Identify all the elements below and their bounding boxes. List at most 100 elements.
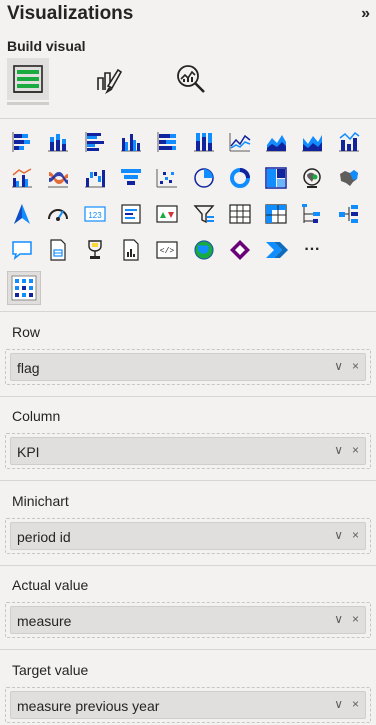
- gauge-icon: [48, 209, 69, 221]
- more-visuals-visual[interactable]: ···: [297, 235, 327, 265]
- clustered-bar-visual[interactable]: [80, 127, 110, 157]
- svg-text:123: 123: [88, 211, 102, 220]
- kpi-visual[interactable]: [152, 199, 182, 229]
- slicer-visual[interactable]: [189, 199, 219, 229]
- ribbon-chart-visual[interactable]: [43, 163, 73, 193]
- qna-visual[interactable]: [7, 235, 37, 265]
- chevron-down-icon[interactable]: ∨: [334, 528, 343, 542]
- power-apps-visual[interactable]: [225, 235, 255, 265]
- table-visual[interactable]: [225, 199, 255, 229]
- divider: [0, 396, 376, 397]
- stacked-area-icon: [302, 135, 323, 152]
- chevron-down-icon[interactable]: ∨: [334, 443, 343, 457]
- key-influencers-icon: [338, 205, 358, 223]
- 100-stacked-bar-visual[interactable]: [152, 127, 182, 157]
- divider-top: [0, 118, 376, 119]
- 100-stacked-column-icon: [193, 133, 214, 152]
- stacked-column-icon: [48, 134, 69, 152]
- divider-wells: [0, 311, 376, 312]
- remove-field-icon[interactable]: ×: [352, 359, 359, 373]
- remove-field-icon[interactable]: ×: [352, 612, 359, 626]
- well-label-target-value: Target value: [12, 662, 89, 678]
- chevron-down-icon[interactable]: ∨: [334, 359, 343, 373]
- r-visual-visual[interactable]: [116, 235, 146, 265]
- matrix-visual[interactable]: [261, 199, 291, 229]
- power-automate-visual[interactable]: [261, 235, 291, 265]
- line-column-visual[interactable]: [334, 127, 364, 157]
- well-label-actual-value: Actual value: [12, 577, 89, 593]
- treemap-visual[interactable]: [261, 163, 291, 193]
- well-target-value[interactable]: measure previous year ∨ ×: [5, 687, 371, 723]
- clustered-column-icon: [120, 134, 141, 152]
- azure-map-icon: [14, 204, 30, 224]
- decomposition-tree-visual[interactable]: [297, 199, 327, 229]
- stacked-area-visual[interactable]: [297, 127, 327, 157]
- 100-stacked-column-visual[interactable]: [189, 127, 219, 157]
- well-row[interactable]: flag ∨ ×: [5, 349, 371, 385]
- donut-chart-visual[interactable]: [225, 163, 255, 193]
- area-chart-visual[interactable]: [261, 127, 291, 157]
- line-clustered-column-visual[interactable]: [7, 163, 37, 193]
- field-name: flag: [17, 360, 40, 376]
- divider: [0, 565, 376, 566]
- paginated-report-visual[interactable]: [43, 235, 73, 265]
- pie-chart-visual[interactable]: [189, 163, 219, 193]
- line-chart-visual[interactable]: [225, 127, 255, 157]
- smart-narrative-icon: [87, 240, 102, 259]
- kpi-icon: [156, 205, 178, 223]
- filled-map-icon: [339, 170, 358, 186]
- clustered-column-visual[interactable]: [116, 127, 146, 157]
- scatter-visual[interactable]: [152, 163, 182, 193]
- azure-map-visual[interactable]: [7, 199, 37, 229]
- paginated-report-icon: [50, 239, 66, 261]
- format-visual-icon: [97, 68, 123, 94]
- filled-map-visual[interactable]: [334, 163, 364, 193]
- field-name: measure previous year: [17, 698, 160, 714]
- field-pill[interactable]: measure previous year ∨ ×: [10, 691, 366, 719]
- card-visual[interactable]: 123: [80, 199, 110, 229]
- chevron-down-icon[interactable]: ∨: [334, 697, 343, 711]
- field-pill[interactable]: period id ∨ ×: [10, 522, 366, 550]
- stacked-column-visual[interactable]: [43, 127, 73, 157]
- remove-field-icon[interactable]: ×: [352, 528, 359, 542]
- remove-field-icon[interactable]: ×: [352, 443, 359, 457]
- line-clustered-column-icon: [12, 168, 32, 188]
- stacked-bar-icon: [12, 132, 30, 152]
- map-icon: [303, 168, 322, 188]
- well-actual-value[interactable]: measure ∨ ×: [5, 602, 371, 638]
- matrix-icon: [265, 204, 287, 224]
- field-pill[interactable]: flag ∨ ×: [10, 353, 366, 381]
- multi-row-card-visual[interactable]: [116, 199, 146, 229]
- more-visuals-icon: ···: [304, 241, 321, 258]
- field-name: KPI: [17, 444, 40, 460]
- gauge-visual[interactable]: [43, 199, 73, 229]
- donut-chart-icon: [229, 168, 250, 188]
- treemap-icon: [265, 167, 287, 189]
- smart-narrative-visual[interactable]: [80, 235, 110, 265]
- power-apps-icon: [229, 240, 250, 260]
- line-column-icon: [338, 131, 360, 152]
- chevron-down-icon[interactable]: ∨: [334, 612, 343, 626]
- field-pill[interactable]: KPI ∨ ×: [10, 437, 366, 465]
- arcgis-map-visual[interactable]: [189, 235, 219, 265]
- analytics-tab[interactable]: [170, 58, 212, 100]
- format-visual-tab[interactable]: [88, 58, 130, 100]
- custom-visual-button[interactable]: [7, 271, 41, 305]
- python-visual-visual[interactable]: </>: [152, 235, 182, 265]
- funnel-visual[interactable]: [116, 163, 146, 193]
- well-minichart[interactable]: period id ∨ ×: [5, 518, 371, 554]
- field-pill[interactable]: measure ∨ ×: [10, 606, 366, 634]
- qna-icon: [12, 241, 32, 260]
- remove-field-icon[interactable]: ×: [352, 697, 359, 711]
- panel-header: Visualizations »: [0, 0, 376, 34]
- key-influencers-visual[interactable]: [334, 199, 364, 229]
- scatter-icon: [156, 169, 178, 188]
- map-visual[interactable]: [297, 163, 327, 193]
- stacked-bar-visual[interactable]: [7, 127, 37, 157]
- analytics-icon: [177, 65, 205, 93]
- waterfall-visual[interactable]: [80, 163, 110, 193]
- well-column[interactable]: KPI ∨ ×: [5, 433, 371, 469]
- divider: [0, 480, 376, 481]
- build-visual-tab[interactable]: [7, 58, 49, 100]
- collapse-pane-icon[interactable]: »: [361, 5, 370, 23]
